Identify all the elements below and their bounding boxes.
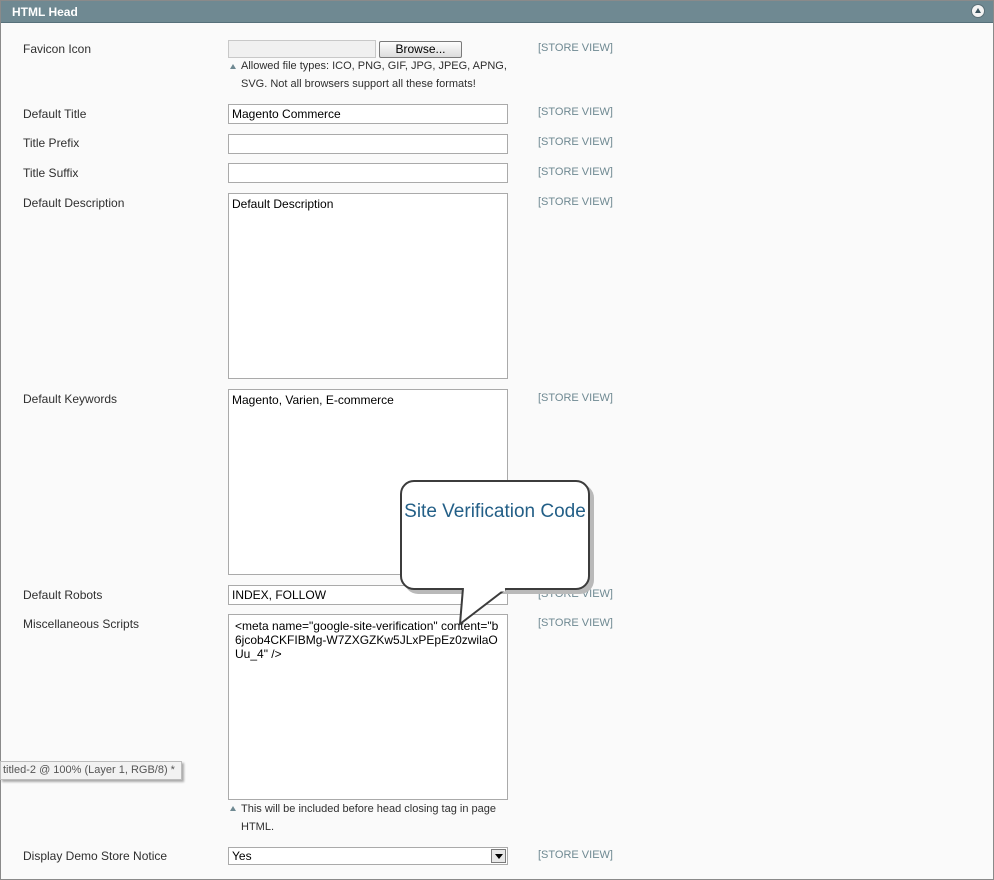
callout-tail-icon <box>458 588 508 627</box>
default-title-label: Default Title <box>23 107 87 121</box>
default-robots-label: Default Robots <box>23 588 103 602</box>
demo-notice-label: Display Demo Store Notice <box>23 849 168 863</box>
default-description-scope: [STORE VIEW] <box>538 196 613 208</box>
callout-text: Site Verification Code <box>404 501 586 522</box>
chevron-down-icon[interactable] <box>491 849 506 863</box>
favicon-file-input[interactable] <box>228 40 376 58</box>
title-suffix-label: Title Suffix <box>23 166 79 180</box>
title-prefix-label: Title Prefix <box>23 136 80 150</box>
demo-notice-select[interactable]: Yes <box>228 847 508 865</box>
favicon-label: Favicon Icon <box>23 42 92 56</box>
default-title-scope: [STORE VIEW] <box>538 106 613 118</box>
title-suffix-scope: [STORE VIEW] <box>538 166 613 178</box>
panel-header[interactable]: HTML Head <box>1 1 993 23</box>
default-title-input[interactable]: Magento Commerce <box>228 104 508 124</box>
favicon-scope: [STORE VIEW] <box>538 42 613 54</box>
default-description-label: Default Description <box>23 196 125 210</box>
panel-title: HTML Head <box>12 5 78 19</box>
favicon-note: Allowed file types: ICO, PNG, GIF, JPG, … <box>241 60 507 90</box>
document-window-tab[interactable]: titled-2 @ 100% (Layer 1, RGB/8) * <box>0 761 182 780</box>
misc-scripts-textarea[interactable]: <meta name="google-site-verification" co… <box>228 614 508 800</box>
note-arrow-icon <box>230 64 236 69</box>
default-description-textarea[interactable]: Default Description <box>228 193 508 379</box>
note-arrow-icon <box>230 806 236 811</box>
default-keywords-label: Default Keywords <box>23 392 118 406</box>
misc-scripts-note: This will be included before head closin… <box>241 803 496 833</box>
config-panel: HTML Head Favicon Icon Browse... Allowed… <box>0 0 994 880</box>
misc-scripts-scope: [STORE VIEW] <box>538 617 613 629</box>
title-prefix-scope: [STORE VIEW] <box>538 136 613 148</box>
misc-scripts-label: Miscellaneous Scripts <box>23 617 140 631</box>
browse-button[interactable]: Browse... <box>379 41 462 58</box>
title-suffix-input[interactable] <box>228 163 508 183</box>
callout-bubble: Site Verification Code <box>400 480 590 590</box>
title-prefix-input[interactable] <box>228 134 508 154</box>
demo-notice-scope: [STORE VIEW] <box>538 849 613 861</box>
default-keywords-scope: [STORE VIEW] <box>538 392 613 404</box>
collapse-icon[interactable] <box>971 4 985 18</box>
demo-notice-value: Yes <box>232 849 252 863</box>
